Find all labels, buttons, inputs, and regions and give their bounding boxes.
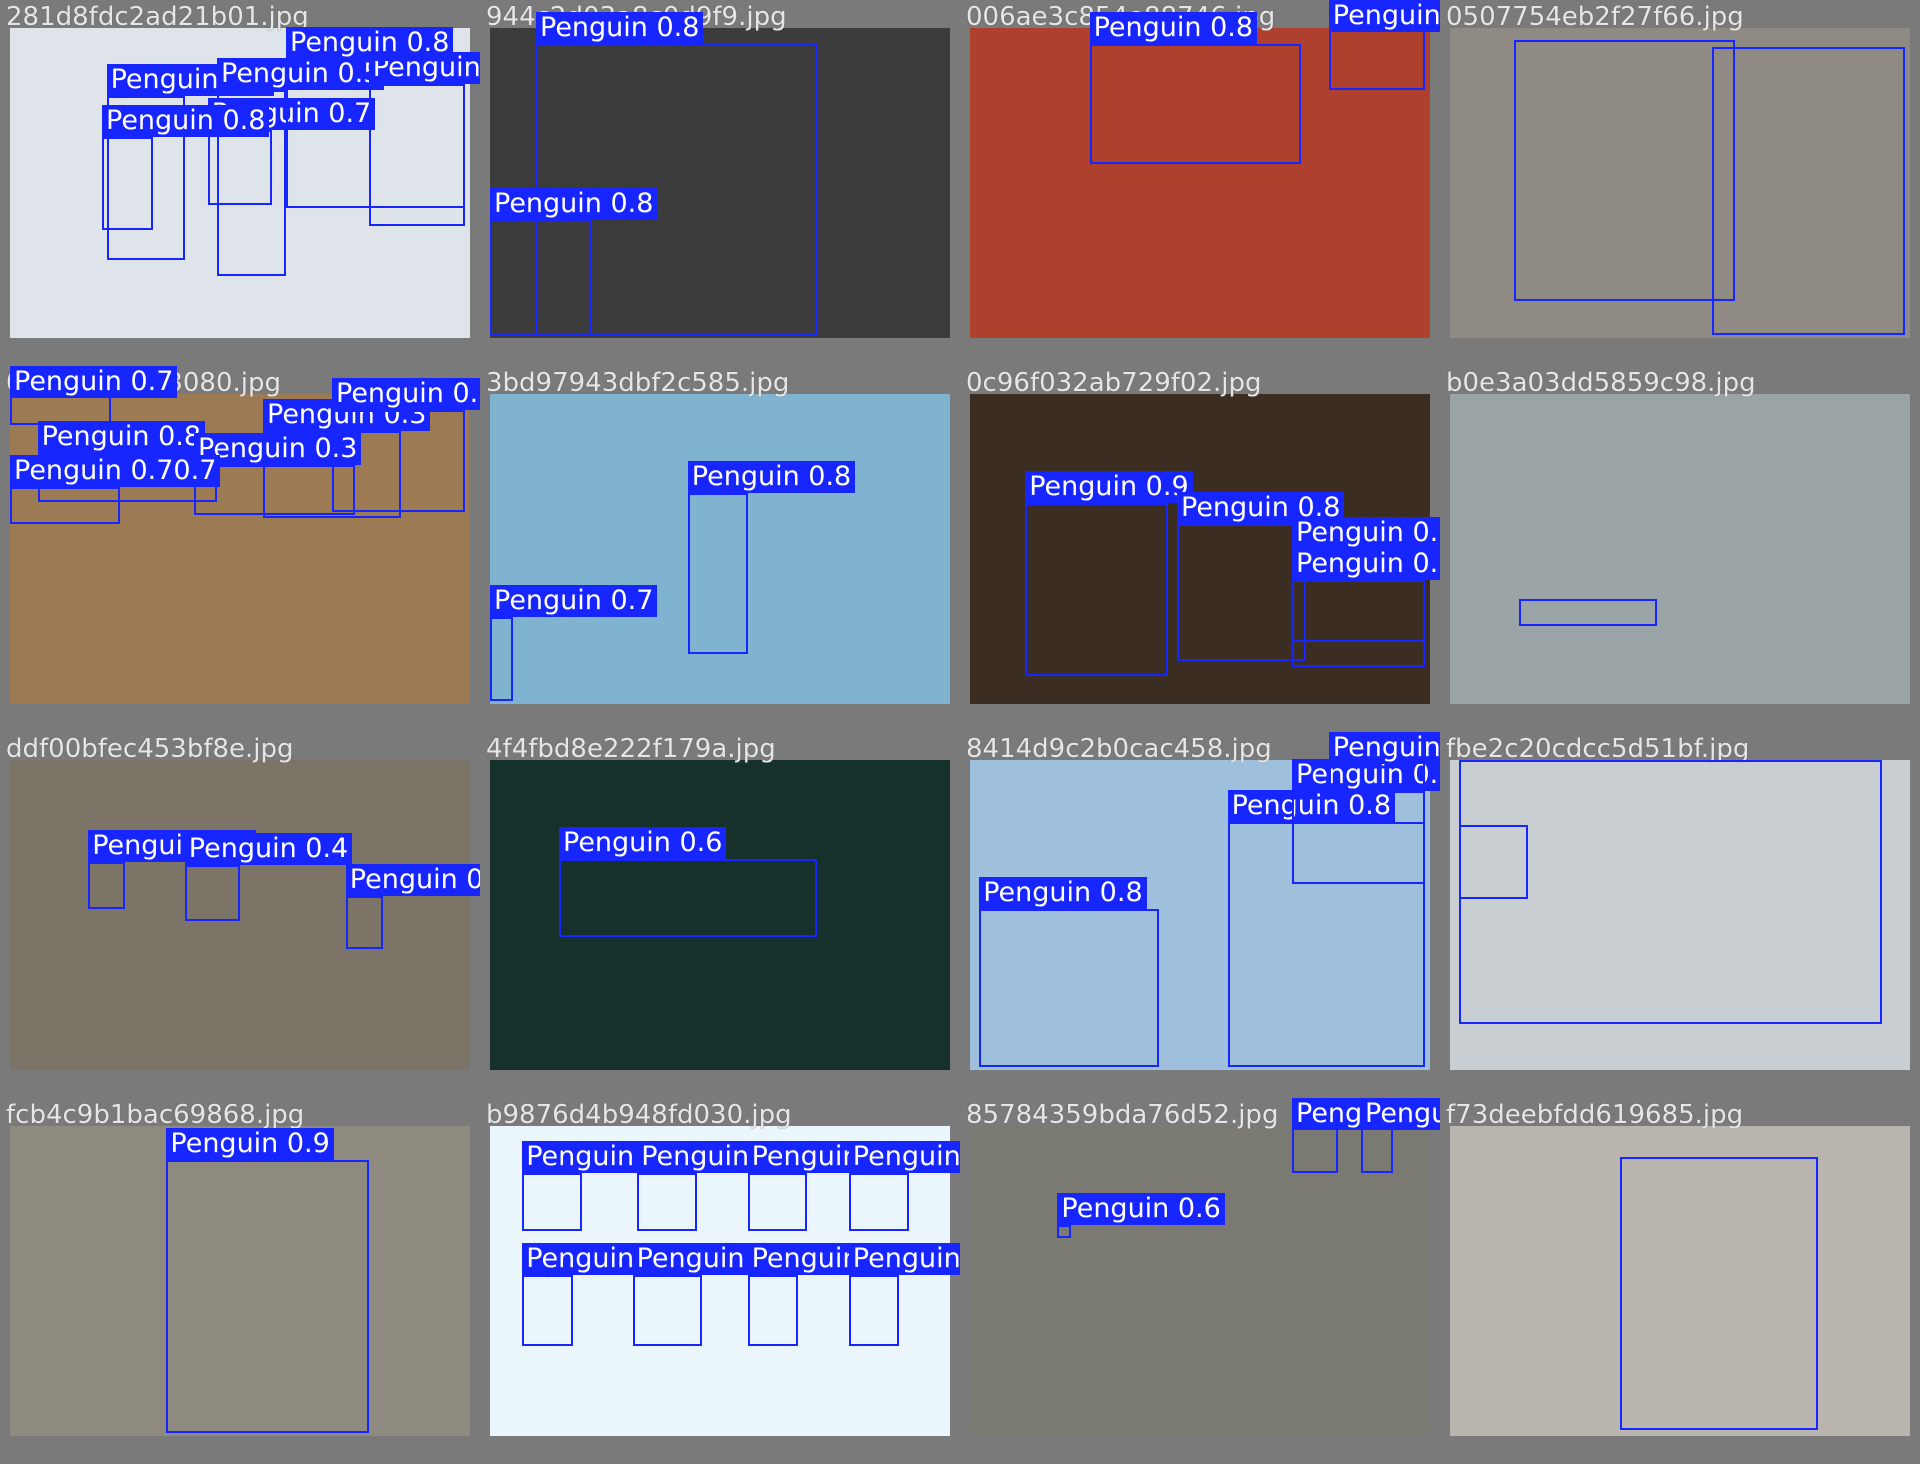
detection-box (1361, 1126, 1394, 1173)
detection-box (1328, 760, 1426, 791)
detection-box (207, 130, 273, 205)
detection-label: Penguin 0.9 (1025, 470, 1193, 503)
detection-box (1057, 1225, 1072, 1238)
detection-label: Penguin 0.8 (1328, 732, 1440, 764)
tile-filename: b9876d4b948fd030.jpg (486, 1100, 792, 1130)
detection-label: Penguin 0.8 (102, 104, 270, 137)
detection-box (1292, 791, 1426, 884)
tile-filename: 85784359bda76d52.jpg (966, 1100, 1279, 1130)
tile-filename: 8414d9c2b0cac458.jpg (966, 734, 1272, 764)
image-tile: 8414d9c2b0cac458.jpg Penguin 0.8 Penguin 0… (960, 732, 1440, 1098)
detection-box (979, 908, 1159, 1067)
detection-box (848, 1172, 909, 1232)
detection-box (1025, 502, 1168, 677)
detection-box (490, 220, 592, 335)
detection-box (632, 1274, 702, 1347)
tile-filename: 0507754eb2f27f66.jpg (1446, 2, 1744, 32)
detection-label: Penguin 0.8 (536, 11, 704, 44)
image-tile: f73deebfdd619685.jpg (1440, 1098, 1920, 1464)
image-tile: fbe2c20cdcc5d51bf.jpg (1440, 732, 1920, 1098)
detection-label: Penguin 0.3 (332, 377, 480, 410)
detection-label: Penguin 0.7 (10, 366, 178, 398)
detection-box (286, 59, 466, 208)
detection-box (166, 1160, 369, 1433)
image-tile: 0d9c7e7c573080.jpgPenguin 0.7Penguin 0.8… (0, 366, 480, 732)
detection-label: Penguin 0.8 (979, 876, 1147, 909)
image-tile: 4f4fbd8e222f179a.jpg Penguin 0.6 (480, 732, 960, 1098)
tile-filename: b0e3a03dd5859c98.jpg (1446, 368, 1756, 398)
detection-label: Penguin 0.9 (166, 1128, 334, 1161)
detection-label: Penguin 0.70.7 (10, 455, 221, 487)
detection-label: Penguin 0.8 (848, 1242, 960, 1275)
tile-filename: 281d8fdc2ad21b01.jpg (6, 2, 309, 32)
detection-label: Penguin 0.8 (345, 864, 480, 897)
detection-box (490, 617, 513, 701)
tile-filename: fcb4c9b1bac69868.jpg (6, 1100, 305, 1130)
detection-box (747, 1274, 799, 1347)
tile-filename: ddf00bfec453bf8e.jpg (6, 734, 294, 764)
detection-box (1292, 1126, 1338, 1173)
detection-box (88, 862, 125, 909)
detection-box (102, 136, 153, 230)
detection-label: Penguin 0.8 (687, 461, 856, 494)
tile-filename: 4f4fbd8e222f179a.jpg (486, 734, 776, 764)
detection-label: Penguin 0.8 (1292, 517, 1440, 549)
image-tile: 944c2d03a8c0d9f9.jpgPenguin 0.8Penguin 0… (480, 0, 960, 366)
image-tile: 0c96f032ab729f02.jpg Penguin 0.9 Penguin 0… (960, 366, 1440, 732)
image-tile: fcb4c9b1bac69868.jpg Penguin 0.9 (0, 1098, 480, 1464)
image-tile: 85784359bda76d52.jpg Penguin 0.6 Penguin 0… (960, 1098, 1440, 1464)
detection-label: Penguin 0.6 (1328, 0, 1440, 32)
detection-box (637, 1172, 697, 1232)
detection-box (1328, 28, 1426, 90)
detection-box (747, 1172, 808, 1232)
detection-label: Penguin 0.6 (559, 827, 727, 860)
detection-label: Penguin 0.8 (37, 420, 206, 453)
detection-box (559, 859, 817, 937)
image-tile: 3bd97943dbf2c585.jpg Penguin 0.8 Penguin 0… (480, 366, 960, 732)
detection-box (184, 865, 240, 922)
detection-box (1712, 46, 1906, 335)
detection-label: Penguin 0.6 (1057, 1193, 1225, 1226)
detection-box (1089, 43, 1302, 165)
tile-photo (10, 760, 470, 1070)
detection-label: Penguin 0.8 (286, 27, 454, 59)
detection-box (1292, 580, 1426, 642)
detection-box (1519, 598, 1657, 627)
detection-box (848, 1274, 900, 1347)
detection-label: Penguin 0.9 (848, 1140, 960, 1173)
detection-box (345, 896, 383, 950)
tile-filename: 3bd97943dbf2c585.jpg (486, 368, 790, 398)
detection-label: Penguin 0.8 (1361, 1098, 1440, 1130)
detection-label: Penguin 0.8 (1089, 11, 1258, 44)
tile-photo (1450, 394, 1910, 704)
image-tile: 281d8fdc2ad21b01.jpg Penguin 0.8 Penguin 0… (0, 0, 480, 366)
detection-label: Penguin 0.4 (184, 833, 353, 866)
detection-label: Penguin 0.7 (490, 585, 658, 618)
tile-filename: 0c96f032ab729f02.jpg (966, 368, 1262, 398)
detection-box (332, 409, 466, 512)
image-tile: b0e3a03dd5859c98.jpg (1440, 366, 1920, 732)
detection-grid: 281d8fdc2ad21b01.jpg Penguin 0.8 Penguin 0… (0, 0, 1920, 1464)
tile-filename: f73deebfdd619685.jpg (1446, 1100, 1744, 1130)
detection-box (1514, 40, 1736, 301)
detection-label: Penguin 0.3 (1292, 548, 1440, 580)
image-tile: ddf00bfec453bf8e.jpg Penguin 0.8 Penguin 0… (0, 732, 480, 1098)
detection-box (522, 1274, 573, 1347)
tile-photo (970, 1126, 1430, 1436)
detection-box (1459, 825, 1529, 900)
detection-box (1177, 524, 1306, 661)
detection-box (1620, 1157, 1818, 1430)
detection-box (522, 1172, 582, 1232)
detection-box (10, 487, 121, 525)
image-tile: 0507754eb2f27f66.jpg (1440, 0, 1920, 366)
image-tile: b9876d4b948fd030.jpg Penguin 0.8 Penguin 0… (480, 1098, 960, 1464)
detection-label: Penguin 0.8 (490, 188, 658, 221)
detection-box (687, 493, 748, 655)
image-tile: 006ae3c854e88746.jpgPenguin 0.8Penguin 0… (960, 0, 1440, 366)
